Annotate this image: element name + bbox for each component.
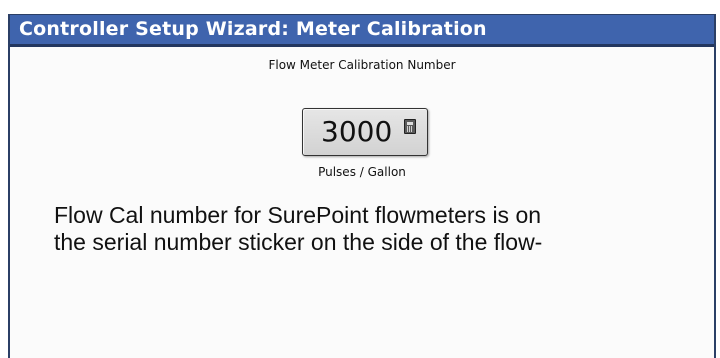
calibration-value-button[interactable]: 3000 xyxy=(302,108,428,156)
window-title: Controller Setup Wizard: Meter Calibrati… xyxy=(19,18,487,40)
info-line-2: the serial number sticker on the side of… xyxy=(54,229,543,255)
calibration-field-label: Flow Meter Calibration Number xyxy=(268,58,456,72)
wizard-window: Controller Setup Wizard: Meter Calibrati… xyxy=(8,14,716,358)
calibration-units: Pulses / Gallon xyxy=(318,165,406,179)
calculator-icon xyxy=(404,119,416,134)
title-bar: Controller Setup Wizard: Meter Calibrati… xyxy=(10,15,714,47)
info-text: Flow Cal number for SurePoint flowmeters… xyxy=(54,202,694,256)
calibration-value: 3000 xyxy=(321,115,393,148)
info-line-1: Flow Cal number for SurePoint flowmeters… xyxy=(54,202,542,228)
